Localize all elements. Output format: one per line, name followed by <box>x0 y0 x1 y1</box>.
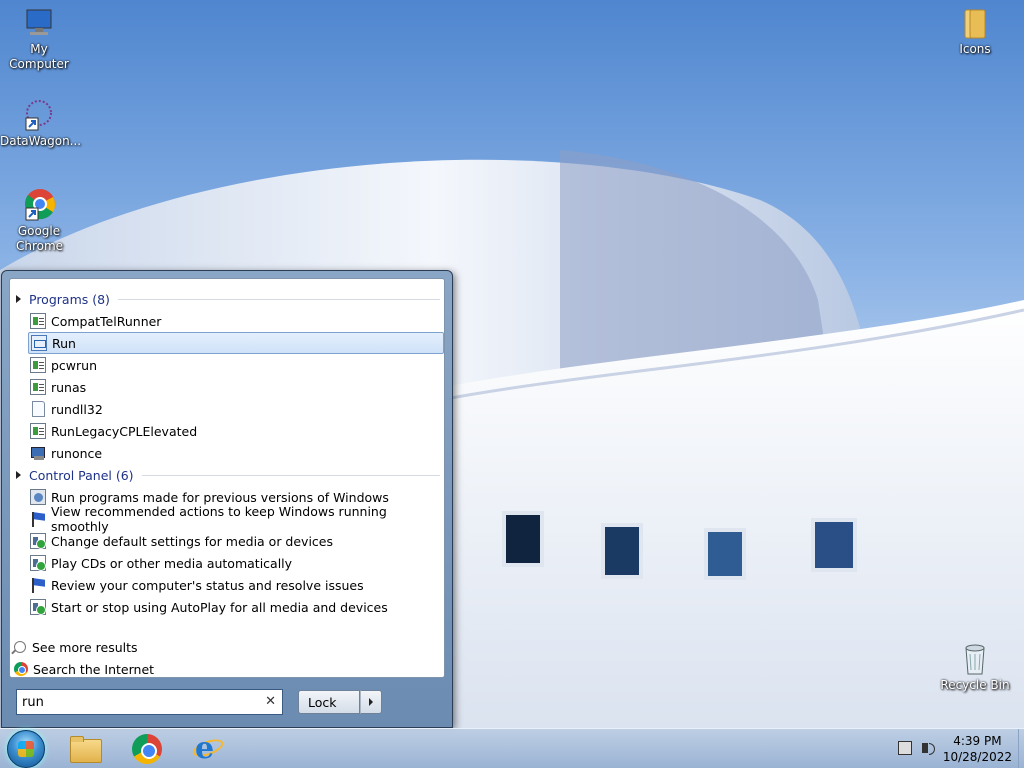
desktop-icon-label: My Computer <box>9 42 69 71</box>
see-more-label: See more results <box>32 639 138 655</box>
taskbar: e 4:39 PM 10/28/2022 <box>0 728 1024 768</box>
datawagon-icon <box>22 98 56 132</box>
result-label: Run programs made for previous versions … <box>51 489 389 505</box>
expand-arrow-icon <box>16 295 21 303</box>
magnifier-icon <box>14 641 26 653</box>
flag-icon <box>30 577 46 593</box>
result-start-stop-autoplay[interactable]: Start or stop using AutoPlay for all med… <box>28 596 444 618</box>
desktop-icon-my-computer[interactable]: My Computer <box>0 6 78 72</box>
chrome-icon <box>14 662 28 676</box>
control-panel-header-label: Control Panel (6) <box>29 467 134 483</box>
autoplay-icon <box>30 533 46 549</box>
clock-time: 4:39 PM <box>953 734 1002 748</box>
result-runonce[interactable]: runonce <box>28 442 444 464</box>
result-pcwrun[interactable]: pcwrun <box>28 354 444 376</box>
program-icon <box>30 313 46 329</box>
result-label: Start or stop using AutoPlay for all med… <box>51 599 388 615</box>
show-desktop-button[interactable] <box>1018 729 1024 768</box>
result-label: CompatTelRunner <box>51 313 162 329</box>
internet-explorer-icon[interactable]: e <box>190 731 226 766</box>
autoplay-icon <box>30 555 46 571</box>
search-internet-link[interactable]: Search the Internet <box>14 659 154 679</box>
program-icon <box>30 357 46 373</box>
desktop-icon-datawagon[interactable]: DataWagon... <box>0 98 82 149</box>
chrome-icon <box>22 188 56 222</box>
result-label: pcwrun <box>51 357 98 373</box>
clock-date: 10/28/2022 <box>942 750 1012 764</box>
desktop-icon-label: Google Chrome <box>16 224 64 253</box>
result-label: rundll32 <box>51 401 103 417</box>
folder-icon <box>958 6 992 40</box>
group-divider <box>117 298 440 300</box>
shutdown-options-arrow-icon[interactable] <box>360 690 382 714</box>
start-button[interactable] <box>7 730 45 768</box>
result-label: Play CDs or other media automatically <box>51 555 293 571</box>
ie-letter: e <box>195 731 215 766</box>
desktop-icon-icons-folder[interactable]: Icons <box>936 6 1014 57</box>
run-icon <box>31 335 47 351</box>
result-play-cds[interactable]: Play CDs or other media automatically <box>28 552 444 574</box>
windows-explorer-icon[interactable] <box>68 733 102 765</box>
desktop-icon-google-chrome[interactable]: Google Chrome <box>0 188 78 254</box>
system-tray <box>898 741 938 757</box>
start-search-box: ✕ <box>16 689 283 715</box>
programs-header-label: Programs (8) <box>29 291 110 307</box>
volume-icon[interactable] <box>922 743 935 755</box>
flag-icon <box>30 511 46 527</box>
chrome-icon <box>132 734 162 764</box>
result-change-default-settings[interactable]: Change default settings for media or dev… <box>28 530 444 552</box>
control-panel-group-header[interactable]: Control Panel (6) <box>16 466 440 484</box>
clear-search-icon[interactable]: ✕ <box>265 694 276 709</box>
compatibility-icon <box>30 489 46 505</box>
result-run[interactable]: Run <box>28 332 444 354</box>
result-label: Change default settings for media or dev… <box>51 533 334 549</box>
result-review-status[interactable]: Review your computer's status and resolv… <box>28 574 444 596</box>
desktop-icon-label: DataWagon... <box>0 134 82 148</box>
result-rundll32[interactable]: rundll32 <box>28 398 444 420</box>
desktop-icon-label: Recycle Bin <box>940 678 1010 692</box>
expand-arrow-icon <box>16 471 21 479</box>
result-label: Review your computer's status and resolv… <box>51 577 364 593</box>
result-label: Run <box>52 335 76 351</box>
result-view-recommended-actions[interactable]: View recommended actions to keep Windows… <box>28 504 444 534</box>
document-icon <box>32 401 45 417</box>
clock[interactable]: 4:39 PM 10/28/2022 <box>943 733 1012 765</box>
chrome-taskbar-icon[interactable] <box>130 733 164 765</box>
start-menu: Programs (8) CompatTelRunner Run pcwrun … <box>1 270 453 728</box>
result-runas[interactable]: runas <box>28 376 444 398</box>
lock-button[interactable]: Lock <box>298 690 360 714</box>
search-results-pane: Programs (8) CompatTelRunner Run pcwrun … <box>9 278 445 678</box>
network-icon[interactable] <box>898 741 912 755</box>
result-runlegacycplelevated[interactable]: RunLegacyCPLElevated <box>28 420 444 442</box>
result-label: RunLegacyCPLElevated <box>51 423 198 439</box>
runonce-icon <box>30 445 46 461</box>
result-compattelrunner[interactable]: CompatTelRunner <box>28 310 444 332</box>
result-label: runas <box>51 379 87 395</box>
desktop-icon-recycle-bin[interactable]: Recycle Bin <box>936 642 1014 693</box>
see-more-results-link[interactable]: See more results <box>14 637 138 657</box>
program-icon <box>30 379 46 395</box>
programs-group-header[interactable]: Programs (8) <box>16 290 440 308</box>
group-divider <box>141 474 440 476</box>
autoplay-icon <box>30 599 46 615</box>
desktop-icon-label: Icons <box>959 42 991 56</box>
search-internet-label: Search the Internet <box>33 661 155 677</box>
computer-icon <box>22 6 56 40</box>
program-icon <box>30 423 46 439</box>
start-search-input[interactable] <box>22 694 252 710</box>
recycle-bin-icon <box>958 642 992 676</box>
result-label: runonce <box>51 445 103 461</box>
lock-label: Lock <box>308 694 337 710</box>
